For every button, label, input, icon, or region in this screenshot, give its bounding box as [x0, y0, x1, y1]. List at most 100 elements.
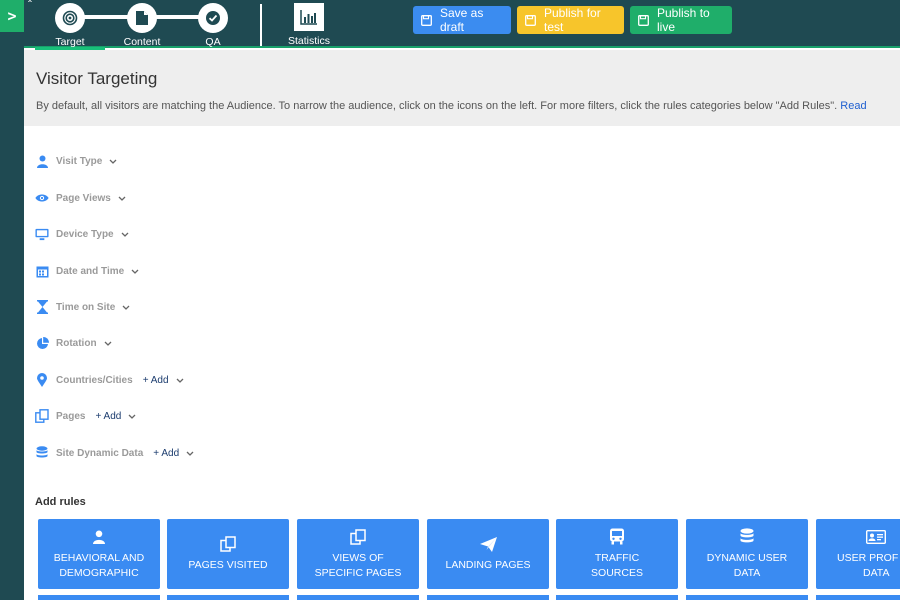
chevron-down-icon [109, 159, 117, 164]
tile-label-line1: BEHAVIORAL AND [53, 551, 145, 564]
expand-panel-button[interactable]: > [0, 0, 24, 32]
publish-for-test-button[interactable]: Publish for test [517, 6, 624, 34]
step-label: QA [205, 36, 221, 48]
filter-time-on-site[interactable]: Time on Site [35, 297, 130, 317]
rule-tile-row2[interactable] [816, 595, 900, 600]
chevron-down-icon [104, 341, 112, 346]
rule-tile-traffic-sources[interactable]: TRAFFIC SOURCES [556, 519, 678, 589]
chevron-down-icon [122, 305, 130, 310]
rule-tile-row2[interactable] [167, 595, 289, 600]
eye-icon [35, 191, 49, 205]
publish-to-live-button[interactable]: Publish to live [630, 6, 732, 34]
paper-plane-icon [479, 535, 497, 553]
read-more-link[interactable]: Read [840, 100, 866, 112]
filter-pages[interactable]: Pages + Add [35, 406, 136, 426]
page-description: By default, all visitors are matching th… [36, 100, 867, 112]
rule-tile-row2[interactable] [686, 595, 808, 600]
filter-label: Pages [56, 410, 86, 422]
rule-tile-row2[interactable] [297, 595, 419, 600]
check-circle-icon [198, 3, 228, 33]
filter-label: Date and Time [56, 265, 125, 277]
calendar-icon [35, 264, 49, 278]
user-icon [93, 528, 105, 546]
tile-label-line2: SPECIFIC PAGES [314, 566, 402, 579]
chevron-down-icon [128, 414, 136, 419]
statistics-label: Statistics [287, 35, 330, 47]
tile-label-line2: DATA [733, 566, 761, 579]
step-label: Content [123, 36, 161, 48]
tile-label-line1: TRAFFIC [594, 551, 640, 564]
filter-label: Countries/Cities [56, 374, 133, 386]
user-icon [35, 154, 49, 168]
pages-icon [350, 528, 366, 546]
filter-visit-type[interactable]: Visit Type [35, 151, 117, 171]
rule-tile-pages-visited[interactable]: PAGES VISITED [167, 519, 289, 589]
left-rail: > [0, 0, 24, 600]
tile-label-line2: DATA [863, 566, 890, 579]
bar-chart-icon [294, 3, 324, 31]
chevron-down-icon [186, 451, 194, 456]
floppy-disk-icon [638, 14, 649, 26]
filter-label: Site Dynamic Data [56, 447, 144, 459]
description-text: By default, all visitors are matching th… [36, 100, 838, 112]
step-content[interactable]: Content [107, 3, 177, 48]
save-as-draft-label: Save as draft [440, 6, 484, 34]
bus-icon [609, 528, 625, 546]
add-rules-heading: Add rules [35, 496, 86, 508]
floppy-disk-icon [421, 14, 432, 26]
filter-label: Rotation [56, 337, 97, 349]
rule-tile-dynamic-user-data[interactable]: DYNAMIC USER DATA [686, 519, 808, 589]
database-icon [35, 446, 49, 460]
add-dynamic-data-link[interactable]: + Add [153, 448, 179, 459]
filter-label: Time on Site [56, 301, 116, 313]
tile-label-line2: DEMOGRAPHIC [59, 566, 139, 579]
add-pages-link[interactable]: + Add [95, 411, 121, 422]
tile-label-line1: PAGES VISITED [188, 559, 268, 571]
save-as-draft-button[interactable]: Save as draft [413, 6, 511, 34]
database-icon [740, 528, 754, 546]
map-pin-icon [35, 373, 49, 387]
chevron-down-icon [121, 232, 129, 237]
chevron-down-icon [176, 378, 184, 383]
top-toolbar: ˆ Target Content QA Statistics Save as d… [24, 0, 900, 50]
tile-label-line1: VIEWS OF [332, 551, 384, 564]
pie-icon [35, 336, 49, 350]
publish-for-test-label: Publish for test [544, 6, 601, 34]
filter-label: Device Type [56, 228, 114, 240]
page-title: Visitor Targeting [36, 69, 158, 88]
filter-device-type[interactable]: Device Type [35, 224, 129, 244]
rule-tile-row2[interactable] [427, 595, 549, 600]
rule-tile-views-of-specific-pages[interactable]: VIEWS OF SPECIFIC PAGES [297, 519, 419, 589]
filter-label: Page Views [56, 192, 111, 204]
filter-date-and-time[interactable]: Date and Time [35, 261, 139, 281]
chevron-down-icon [131, 269, 139, 274]
filter-rotation[interactable]: Rotation [35, 333, 112, 353]
add-countries-link[interactable]: + Add [143, 375, 169, 386]
tile-label-line1: DYNAMIC USER [706, 551, 788, 564]
tile-label-line1: LANDING PAGES [445, 559, 531, 571]
document-icon [127, 3, 157, 33]
monitor-icon [35, 227, 49, 241]
pages-icon [220, 535, 236, 553]
collapse-caret-icon[interactable]: ˆ [28, 0, 32, 12]
pages-icon [35, 409, 49, 423]
filter-label: Visit Type [56, 155, 103, 167]
statistics-button[interactable]: Statistics [284, 3, 334, 47]
tile-label-line2: SOURCES [591, 566, 643, 579]
rule-tile-landing-pages[interactable]: LANDING PAGES [427, 519, 549, 589]
rule-tile-behavioral[interactable]: BEHAVIORAL AND DEMOGRAPHIC [38, 519, 160, 589]
step-qa[interactable]: QA [178, 3, 248, 48]
rule-tile-user-profile-data[interactable]: USER PROF DATA [816, 519, 900, 589]
tile-label-line1: USER PROF [837, 551, 899, 564]
step-target[interactable]: Target [35, 3, 105, 50]
filter-page-views[interactable]: Page Views [35, 188, 126, 208]
filter-site-dynamic-data[interactable]: Site Dynamic Data + Add [35, 443, 194, 463]
header-panel: Visitor Targeting By default, all visito… [24, 50, 900, 126]
rule-tile-row2[interactable] [38, 595, 160, 600]
rule-tile-row2[interactable] [556, 595, 678, 600]
toolbar-divider [260, 4, 262, 46]
floppy-disk-icon [525, 14, 536, 26]
target-icon [55, 3, 85, 33]
filter-countries-cities[interactable]: Countries/Cities + Add [35, 370, 184, 390]
publish-to-live-label: Publish to live [657, 6, 710, 34]
